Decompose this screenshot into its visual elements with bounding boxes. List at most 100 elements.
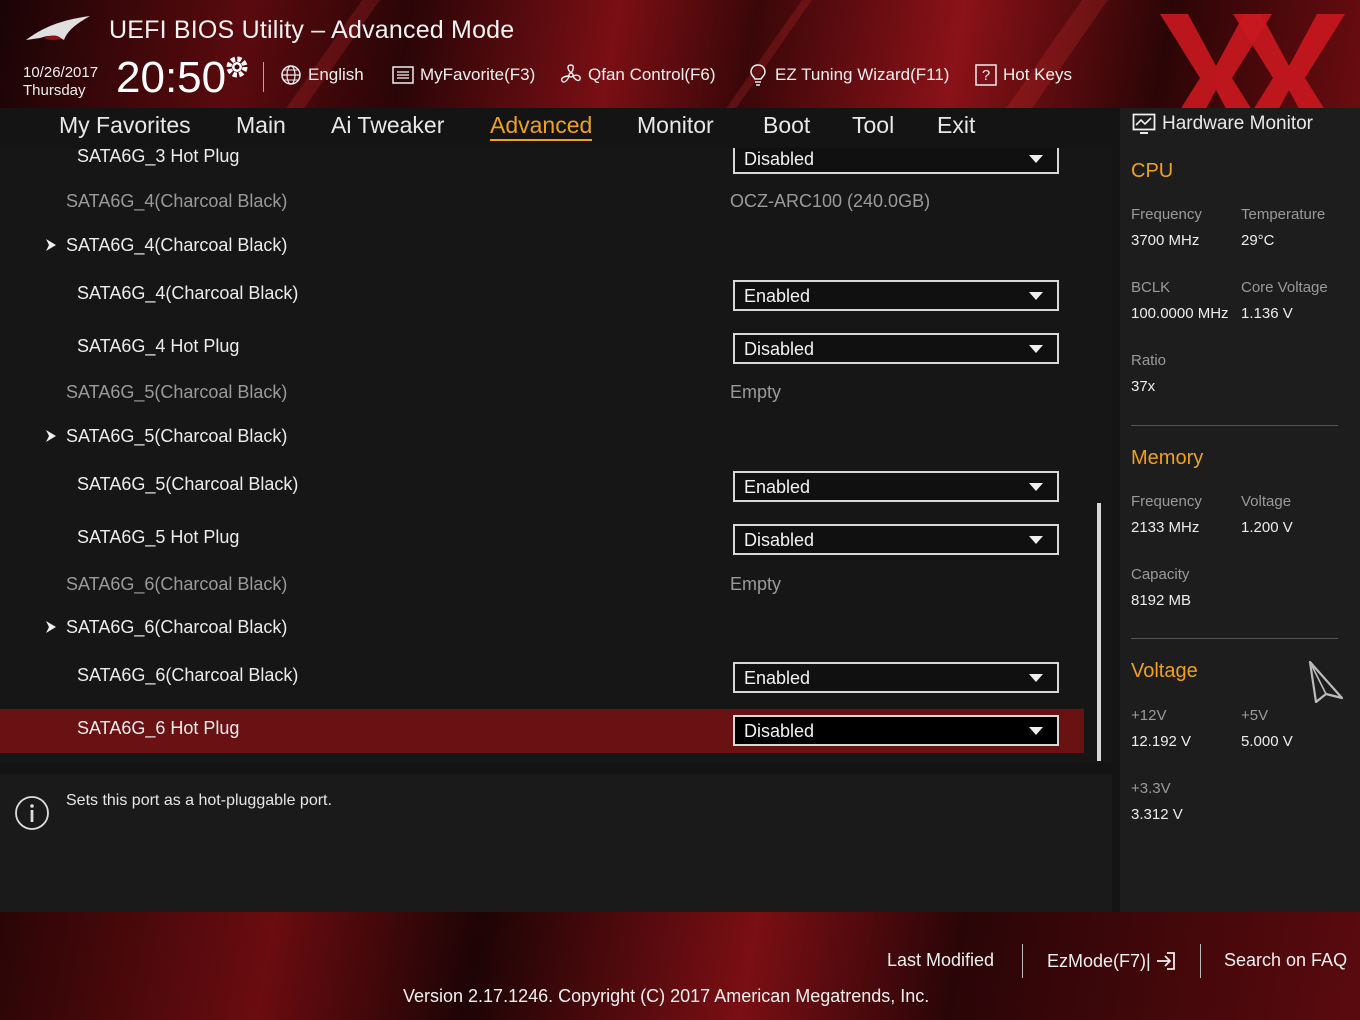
tab-main[interactable]: Main: [236, 112, 286, 139]
setting-row-selected[interactable]: SATA6G_6 Hot Plug Disabled: [0, 709, 1084, 753]
ratio-value: 37x: [1131, 378, 1156, 395]
myfavorite-button[interactable]: MyFavorite(F3): [391, 62, 535, 88]
section-divider: [1131, 425, 1338, 426]
footer-divider: [1200, 944, 1201, 978]
day-text: Thursday: [23, 82, 86, 99]
dropdown-value: Disabled: [744, 149, 815, 169]
dropdown-value: Enabled: [744, 668, 811, 688]
hot-keys-button[interactable]: ? Hot Keys: [974, 62, 1072, 88]
dropdown-value: Disabled: [744, 721, 815, 741]
fan-icon: [560, 64, 581, 83]
core-voltage-value: 1.136 V: [1241, 305, 1293, 322]
info-label: SATA6G_6(Charcoal Black): [66, 574, 288, 594]
cpu-temperature-value: 29°C: [1241, 232, 1275, 249]
ez-tuning-wizard-button[interactable]: EZ Tuning Wizard(F11): [746, 62, 949, 88]
tab-boot[interactable]: Boot: [763, 112, 810, 139]
exit-arrow-icon: [1156, 952, 1175, 970]
xx-watermark-logo: [1160, 14, 1345, 108]
gear-icon[interactable]: [224, 54, 250, 80]
setting-label: SATA6G_5(Charcoal Black): [77, 474, 299, 494]
submenu-row[interactable]: SATA6G_4(Charcoal Black): [0, 223, 1084, 269]
chevron-down-icon: [1029, 345, 1043, 353]
ratio-label: Ratio: [1131, 352, 1167, 369]
v33-value: 3.312 V: [1131, 806, 1183, 823]
setting-row[interactable]: SATA6G_4 Hot Plug Disabled: [0, 324, 1084, 370]
main-nav: My Favorites Main Ai Tweaker Advanced Mo…: [0, 108, 1112, 148]
setting-label: SATA6G_4 Hot Plug: [77, 336, 240, 356]
info-value: OCZ-ARC100 (240.0GB): [730, 191, 931, 211]
chevron-down-icon: [1029, 727, 1043, 735]
ezmode-button[interactable]: EzMode(F7)|: [1047, 950, 1177, 972]
clock-time: 20:50: [116, 53, 227, 102]
capacity-label: Capacity: [1131, 566, 1190, 583]
info-icon: [15, 796, 49, 830]
setting-row[interactable]: SATA6G_3 Hot Plug Disabled: [0, 148, 1084, 180]
scrollbar[interactable]: [1097, 503, 1101, 761]
setting-dropdown[interactable]: Disabled: [733, 715, 1059, 746]
rog-logo-icon: [26, 16, 90, 40]
language-button[interactable]: English: [279, 62, 364, 88]
memory-frequency-value: 2133 MHz: [1131, 519, 1200, 536]
chevron-down-icon: [1029, 536, 1043, 544]
tab-tool[interactable]: Tool: [852, 112, 894, 139]
qfan-control-button[interactable]: Qfan Control(F6): [559, 62, 716, 88]
bclk-label: BCLK: [1131, 279, 1171, 296]
app-title: UEFI BIOS Utility – Advanced Mode: [109, 16, 515, 44]
setting-dropdown[interactable]: Disabled: [733, 524, 1059, 555]
monitor-icon: [1132, 113, 1156, 134]
v12-value: 12.192 V: [1131, 733, 1192, 750]
setting-dropdown[interactable]: Enabled: [733, 662, 1059, 693]
info-label: SATA6G_5(Charcoal Black): [66, 382, 288, 402]
setting-dropdown[interactable]: Disabled: [733, 333, 1059, 364]
dropdown-value: Disabled: [744, 530, 815, 550]
setting-dropdown[interactable]: Enabled: [733, 471, 1059, 502]
setting-dropdown[interactable]: Disabled: [733, 148, 1059, 174]
core-voltage-label: Core Voltage: [1241, 279, 1328, 296]
v5-label: +5V: [1241, 707, 1269, 724]
tab-exit[interactable]: Exit: [937, 112, 975, 139]
setting-row[interactable]: SATA6G_6(Charcoal Black) Enabled: [0, 653, 1084, 699]
language-label: English: [308, 65, 364, 84]
cpu-frequency-value: 3700 MHz: [1131, 232, 1200, 249]
v5-value: 5.000 V: [1241, 733, 1293, 750]
globe-icon: [281, 65, 301, 85]
mouse-cursor-icon: [1308, 660, 1344, 704]
submenu-arrow-icon: [46, 239, 56, 251]
help-panel: Sets this port as a hot-pluggable port.: [0, 774, 1112, 912]
tab-monitor[interactable]: Monitor: [637, 112, 714, 139]
info-row: SATA6G_5(Charcoal Black) Empty: [0, 370, 1084, 416]
search-faq-button[interactable]: Search on FAQ: [1224, 950, 1347, 971]
dropdown-value: Disabled: [744, 339, 815, 359]
setting-label: SATA6G_4(Charcoal Black): [77, 283, 299, 303]
submenu-row[interactable]: SATA6G_5(Charcoal Black): [0, 414, 1084, 460]
info-value: Empty: [730, 382, 782, 402]
submenu-arrow-icon: [46, 430, 56, 442]
settings-list: SATA6G_3 Hot Plug Disabled SATA6G_4(Char…: [0, 148, 1112, 762]
setting-row[interactable]: SATA6G_5 Hot Plug Disabled: [0, 515, 1084, 561]
tab-my-favorites[interactable]: My Favorites: [59, 112, 191, 139]
setting-dropdown[interactable]: Enabled: [733, 280, 1059, 311]
memory-voltage-value: 1.200 V: [1241, 519, 1293, 536]
setting-row[interactable]: SATA6G_5(Charcoal Black) Enabled: [0, 462, 1084, 508]
submenu-label: SATA6G_6(Charcoal Black): [66, 617, 288, 637]
cpu-frequency-label: Frequency: [1131, 206, 1202, 223]
setting-label: SATA6G_6 Hot Plug: [77, 718, 240, 738]
submenu-row[interactable]: SATA6G_6(Charcoal Black): [0, 605, 1084, 651]
lightbulb-icon: [750, 64, 766, 86]
ez-tuning-wizard-label: EZ Tuning Wizard(F11): [775, 65, 950, 84]
date-text: 10/26/2017: [23, 64, 99, 81]
tab-ai-tweaker[interactable]: Ai Tweaker: [331, 112, 444, 139]
dropdown-value: Enabled: [744, 286, 811, 306]
tab-advanced[interactable]: Advanced: [490, 112, 593, 141]
setting-label: SATA6G_6(Charcoal Black): [77, 665, 299, 685]
help-text: Sets this port as a hot-pluggable port.: [66, 792, 332, 809]
memory-frequency-label: Frequency: [1131, 493, 1202, 510]
last-modified-button[interactable]: Last Modified: [887, 950, 994, 971]
setting-row[interactable]: SATA6G_4(Charcoal Black) Enabled: [0, 271, 1084, 317]
myfavorite-label: MyFavorite(F3): [420, 65, 536, 84]
header-divider: [263, 62, 264, 92]
question-icon: ?: [975, 64, 997, 86]
ezmode-label: EzMode(F7)|: [1047, 950, 1151, 971]
memory-heading: Memory: [1131, 447, 1204, 469]
info-row: SATA6G_4(Charcoal Black) OCZ-ARC100 (240…: [0, 179, 1084, 225]
